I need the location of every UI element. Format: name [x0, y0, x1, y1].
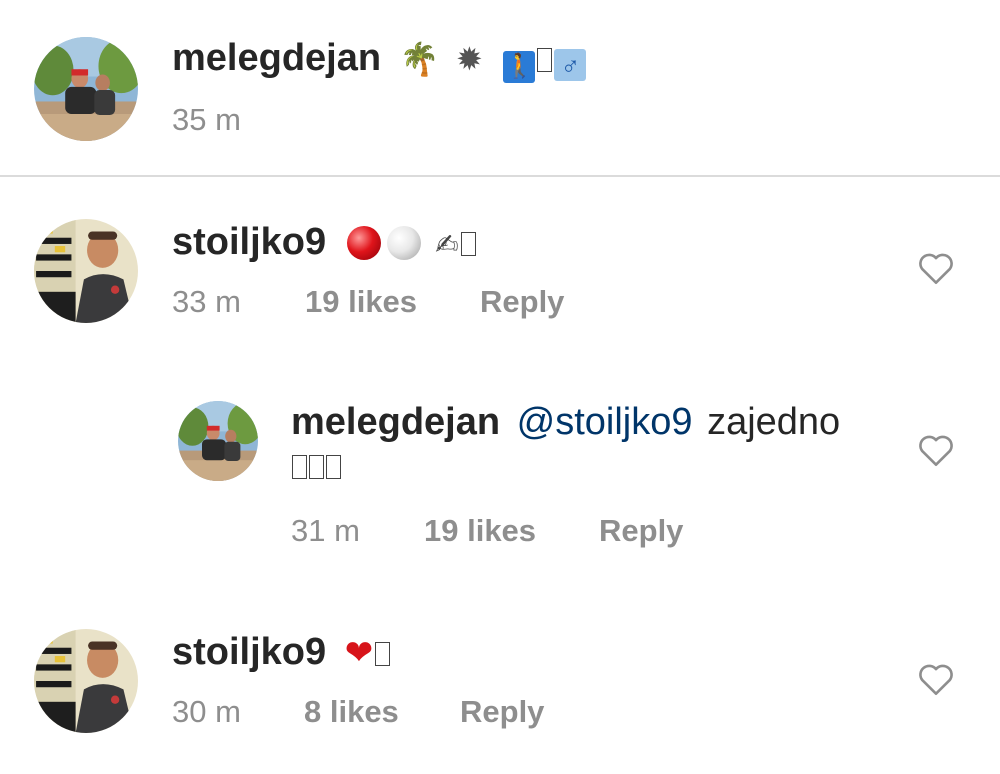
avatar-melegdejan-reply[interactable]: [178, 401, 258, 481]
comment-2-text: zajedno: [707, 401, 841, 443]
caption-divider: [0, 175, 1000, 177]
missing-glyph-icon: [460, 232, 476, 256]
avatar-stoiljko9[interactable]: [34, 219, 138, 323]
white-circle-emoji: [386, 226, 421, 260]
missing-glyph-icon: [375, 642, 391, 666]
comment-3-time: 30 m: [172, 694, 241, 729]
comment-2-time: 31 m: [291, 513, 360, 548]
male-sign-emoji: ♂: [554, 49, 587, 81]
writing-hand-emoji: ✍: [435, 228, 459, 261]
comment-1-meta: 33 m 19 likes Reply: [172, 284, 672, 324]
comment-2-mention[interactable]: @stoiljko9: [517, 401, 693, 443]
comment-2-body: melegdejan @stoiljko9 zajedno: [291, 400, 840, 444]
red-heart-emoji: ❤: [344, 633, 374, 673]
comment-3-meta: 30 m 8 likes Reply: [172, 694, 672, 734]
comment-3-header: stoiljko9 ❤: [172, 630, 391, 675]
red-circle-emoji: [346, 226, 381, 260]
comment-3-likes[interactable]: 8 likes: [304, 694, 399, 730]
comment-1-time: 33 m: [172, 284, 241, 319]
caption-username[interactable]: melegdejan: [172, 37, 381, 79]
avatar-melegdejan[interactable]: [34, 37, 138, 141]
comment-1-username[interactable]: stoiljko9: [172, 221, 326, 263]
comment-3-username[interactable]: stoiljko9: [172, 631, 326, 673]
palm-tree-emoji: 🌴: [399, 40, 440, 78]
comment-1-reply-button[interactable]: Reply: [480, 284, 564, 320]
sparkle-emoji: ✹: [456, 40, 483, 78]
comment-1-heart-icon[interactable]: [917, 251, 955, 285]
comment-2-heart-icon[interactable]: [917, 433, 955, 467]
comment-2-username[interactable]: melegdejan: [291, 401, 500, 443]
comment-2-missing-glyphs: [292, 455, 341, 482]
missing-glyph-icon: [292, 455, 307, 479]
missing-glyph-icon: [309, 455, 324, 479]
caption-time: 35 m: [172, 102, 241, 137]
comment-3-heart-icon[interactable]: [917, 662, 955, 696]
comment-2-reply-button[interactable]: Reply: [599, 513, 683, 549]
pedestrian-emoji: 🚶: [503, 51, 536, 83]
missing-glyph-icon: [537, 48, 553, 72]
comment-1-likes[interactable]: 19 likes: [305, 284, 417, 320]
comment-3-reply-button[interactable]: Reply: [460, 694, 544, 730]
comment-2-meta: 31 m 19 likes Reply: [291, 513, 791, 553]
comment-2-likes[interactable]: 19 likes: [424, 513, 536, 549]
comment-1-header: stoiljko9 ✍: [172, 220, 476, 267]
avatar-stoiljko9-2[interactable]: [34, 629, 138, 733]
missing-glyph-icon: [326, 455, 341, 479]
caption-header: melegdejan 🌴 ✹ 🚶 ♂: [172, 36, 587, 83]
